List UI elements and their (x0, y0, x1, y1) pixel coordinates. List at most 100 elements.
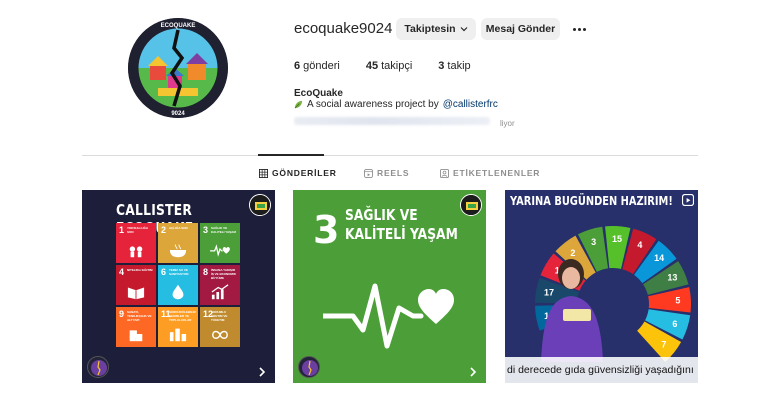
post-2-title: SAĞLIK VE KALİTELİ YAŞAM (345, 206, 476, 244)
sdg-tile-number: 2 (161, 225, 167, 235)
sdg-tile-3: 3 Sağlık ve Kaliteli Yaşam (200, 223, 240, 263)
sdg-tile-label: Sağlık ve Kaliteli Yaşam (211, 226, 236, 234)
post-2-mini-logo (298, 356, 320, 378)
sdg-tile-label: Açlığa Son (169, 226, 188, 230)
tab-reels-label: REELS (377, 168, 410, 178)
blurred-mutual-followers (294, 117, 490, 125)
tab-posts[interactable]: GÖNDERİLER (259, 168, 337, 178)
sdg-tile-icon (212, 330, 228, 339)
followers-count-label: takipçi (381, 60, 413, 72)
posts-count: 6 gönderi (294, 60, 340, 72)
tab-reels[interactable]: REELS (364, 168, 409, 178)
sdg-tile-label: Sürdürülebilir Şehirler ve Topluluklar (169, 310, 196, 322)
post-2-badge-icon (460, 194, 482, 216)
sdg-tile-number: 6 (161, 267, 167, 277)
sdg-tile-number: 3 (203, 225, 209, 235)
reels-icon (364, 168, 373, 178)
sdg-wheel-number: 7 (661, 340, 666, 350)
sdg-tile-11: 11 Sürdürülebilir Şehirler ve Topluluklar (158, 307, 198, 347)
sdg-tile-number: 1 (119, 225, 125, 235)
sdg-tile-2: 2 Açlığa Son (158, 223, 198, 263)
sdg-wheel-scene: 16171231541413567 (535, 226, 691, 362)
chevron-right-icon (259, 367, 266, 377)
following-button[interactable]: Takiptesin (396, 18, 476, 40)
sdg-tile-label: Yoksulluğa Son (127, 226, 148, 234)
sdg-wheel-number: 13 (667, 273, 677, 283)
sdg-tile-icon (210, 244, 230, 257)
sdg-wheel-number: 15 (612, 234, 622, 244)
profile-avatar[interactable]: ECOQUAKE 9024 (128, 18, 228, 118)
sdg-tile-4: 4 Nitelikli Eğitim (116, 265, 156, 305)
sdg-wheel-number: 4 (637, 240, 642, 250)
chevron-right-icon (470, 367, 477, 377)
sdg-tile-icon (169, 244, 187, 258)
sdg-tile-icon (211, 284, 229, 300)
tabs-divider (82, 155, 698, 156)
sdg-tile-6: 6 Temiz Su ve Sanitasyon (158, 265, 198, 305)
posts-count-value: 6 (294, 60, 301, 72)
logo-top-text: ECOQUAKE (161, 23, 196, 29)
logo-bottom-text: 9024 (171, 111, 185, 117)
sdg-tile-label: Nitelikli Eğitim (127, 268, 153, 272)
post-tile-3[interactable]: YARINA BUGÜNDEN HAZIRIM! 161712315414135… (505, 190, 698, 383)
sdg-wheel-number: 5 (675, 295, 680, 305)
following-link[interactable]: 3 takip (438, 60, 470, 72)
sdg-tile-icon (169, 328, 187, 342)
grid-icon (259, 168, 268, 178)
sdg-tile-1: 1 Yoksulluğa Son (116, 223, 156, 263)
post-2-number: 3 (313, 208, 340, 252)
following-count-value: 3 (438, 60, 445, 72)
sdg-tile-label: Temiz Su ve Sanitasyon (169, 268, 189, 276)
presenter-face (562, 267, 580, 289)
post-tile-1[interactable]: CALLISTER ECOQUAKE 1Yoksulluğa Son2Açlığ… (82, 190, 275, 383)
sdg-wheel-number: 6 (672, 319, 677, 329)
send-message-label: Mesaj Gönder (485, 23, 556, 35)
post-3-title: YARINA BUGÜNDEN HAZIRIM! (510, 194, 673, 208)
blurred-tail-text: liyor (500, 119, 515, 128)
sdg-tile-number: 8 (203, 267, 209, 277)
sdg-tile-number: 4 (119, 267, 125, 277)
profile-username: ecoquake9024 (294, 20, 393, 37)
ecoquake-logo: ECOQUAKE 9024 (128, 18, 228, 118)
leaf-icon (294, 100, 303, 109)
sdg-tile-icon (129, 330, 143, 342)
post-1-mini-logo (87, 356, 109, 378)
sdg-goals-grid: 1 Yoksulluğa Son 2 Açlığa Son 3 Sağlık ve Kal… (116, 223, 240, 347)
profile-full-name: EcoQuake (294, 88, 343, 99)
followers-link[interactable]: 45 takipçi (366, 60, 412, 72)
bio-text: A social awareness project by (307, 99, 439, 110)
active-tab-indicator (258, 154, 324, 156)
following-count-label: takip (447, 60, 471, 72)
profile-stats: 6 gönderi 45 takipçi 3 takip (294, 60, 497, 72)
post-tile-2[interactable]: 3 SAĞLIK VE KALİTELİ YAŞAM (293, 190, 486, 383)
sdg-tile-icon (129, 246, 143, 258)
posts-count-label: gönderi (303, 60, 340, 72)
sdg-tile-number: 9 (119, 309, 125, 319)
sdg-wheel-number: 2 (570, 248, 575, 258)
more-options-icon[interactable] (570, 19, 588, 39)
sdg-tile-icon (172, 284, 184, 300)
sdg-wheel-number: 3 (591, 237, 596, 247)
tab-posts-label: GÖNDERİLER (272, 168, 337, 178)
post-3-caption: di derecede gıda güvensizliği yaşadığını (505, 357, 698, 383)
send-message-button[interactable]: Mesaj Gönder (481, 18, 560, 40)
sdg-tile-label: Sorumlu Üretim ve Tüketim (211, 310, 228, 322)
post-2-title-line-1: SAĞLIK VE (345, 206, 418, 224)
followers-count-value: 45 (365, 60, 379, 72)
sdg-tile-8: 8 İnsana Yakışır İş ve Ekonomik Büyüme (200, 265, 240, 305)
chevron-down-icon (460, 27, 468, 32)
sdg-wheel-number: 14 (654, 253, 664, 263)
bio-mention-link[interactable]: @callisterfrc (443, 99, 498, 110)
sdg-tile-label: İnsana Yakışır İş ve Ekonomik Büyüme (211, 268, 237, 280)
sdg-tile-icon (127, 287, 145, 300)
profile-bio: A social awareness project by @callister… (294, 99, 498, 110)
tab-tagged-label: ETİKETLENENLER (453, 168, 541, 178)
tab-tagged[interactable]: ETİKETLENENLER (440, 168, 540, 178)
post-2-title-line-2: KALİTELİ YAŞAM (345, 225, 458, 243)
sdg-wheel-number: 17 (544, 287, 554, 297)
post-1-badge-icon (249, 194, 271, 216)
heartbeat-icon (323, 283, 454, 349)
presenter-card (563, 309, 591, 321)
reel-icon (682, 194, 694, 206)
sdg-tile-12: 12 Sorumlu Üretim ve Tüketim (200, 307, 240, 347)
